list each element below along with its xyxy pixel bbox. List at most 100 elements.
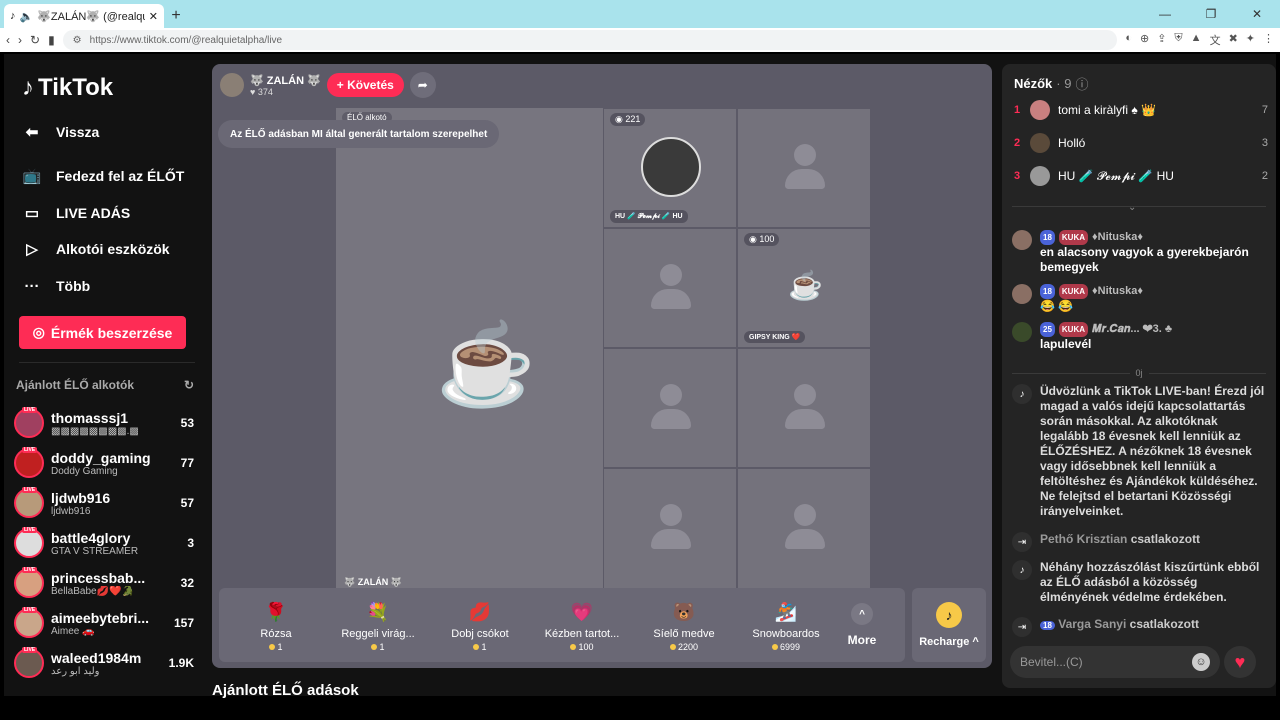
address-bar[interactable]: ⚙ https://www.tiktok.com/@realquietalpha…: [62, 30, 1118, 50]
nav-explore-live[interactable]: 📺 Fedezd fel az ÉLŐT: [22, 164, 202, 188]
lips-icon: 💋: [468, 601, 492, 622]
forward-icon[interactable]: ›: [18, 33, 22, 47]
viewer-count: 53: [180, 416, 194, 430]
gift-rose[interactable]: 🌹 Rózsa 1: [225, 598, 327, 653]
top-viewer[interactable]: 1 tomi a kiràlyfi ♠ 👑 7: [1014, 98, 1268, 122]
suggested-creator[interactable]: LIVE waleed1984m وليد ابو رعد 1.9K: [14, 645, 194, 681]
translate-icon[interactable]: 文: [1210, 32, 1221, 48]
nav-label: Vissza: [56, 124, 100, 140]
creator-sub: Aimee 🚗: [51, 625, 95, 637]
nav-more[interactable]: ··· Több: [22, 274, 202, 298]
bookmark-icon[interactable]: ▮: [48, 33, 55, 47]
chat-input-placeholder: Bevitel...(C): [1020, 655, 1083, 669]
suggested-creator[interactable]: LIVE aimeebytebri... Aimee 🚗 157: [14, 605, 194, 641]
close-tab-icon[interactable]: ✕: [149, 10, 158, 23]
live-badge: LIVE: [22, 527, 38, 533]
join-text: csatlakozott: [1129, 617, 1199, 631]
browser-tab-strip: ♪ 🔈 🐺ZALÁN🐺 (@realquietalph ✕ + — ❐ ✕: [0, 0, 1280, 28]
maximize-icon[interactable]: ❐: [1188, 0, 1234, 28]
new-tab-button[interactable]: +: [164, 4, 188, 28]
nav-back[interactable]: ⬅ Vissza: [22, 120, 202, 144]
suggested-creator[interactable]: LIVE ljdwb916 ljdwb916 57: [14, 485, 194, 521]
chat-message[interactable]: 18 KUKA ♦Nituska♦ 😂 😂: [1012, 284, 1268, 314]
share-page-icon[interactable]: ⇪: [1157, 32, 1166, 48]
back-icon[interactable]: ‹: [6, 33, 10, 47]
chat-input[interactable]: Bevitel...(C) ☺: [1010, 646, 1220, 678]
guest-cell[interactable]: [737, 108, 871, 228]
guest-cell[interactable]: [603, 228, 737, 348]
join-username[interactable]: Varga Sanyi: [1058, 617, 1126, 631]
coin-icon: [473, 644, 480, 650]
emoji-icon[interactable]: ☺: [1192, 653, 1210, 671]
top-viewer[interactable]: 2 Holló 3: [1014, 131, 1268, 155]
tiktok-note-icon: ♪: [22, 74, 34, 101]
suggested-creator[interactable]: LIVE battle4glory GTA V STREAMER 3: [14, 525, 194, 561]
gift-price: 1: [379, 642, 385, 652]
viewer-score: 3: [1261, 137, 1268, 149]
extension-icon[interactable]: ◐: [1125, 32, 1132, 48]
tiktok-logo[interactable]: ♪ TikTok: [22, 74, 113, 102]
nav-creator-tools[interactable]: ▷ Alkotói eszközök: [22, 237, 202, 261]
guest-cell[interactable]: [737, 468, 871, 590]
audio-icon[interactable]: 🔈: [20, 10, 34, 23]
gift-morning-flower[interactable]: 💐 Reggeli virág... 1: [327, 598, 429, 653]
guest-cell[interactable]: ◉ 221 HU 🧪 𝓟𝓮𝓶𝓹𝓲 🧪 HU: [603, 108, 737, 228]
host-name[interactable]: 🐺 ZALÁN 🐺: [250, 74, 321, 87]
browser-tab[interactable]: ♪ 🔈 🐺ZALÁN🐺 (@realquietalph ✕: [4, 4, 164, 28]
main-video[interactable]: ÉLŐ alkotó ☕ 🐺 ZALÁN 🐺: [336, 108, 603, 590]
shield-icon[interactable]: ⛨: [1174, 32, 1182, 48]
recharge-button[interactable]: ♪ Recharge ^: [912, 588, 986, 662]
extension-icon[interactable]: ▲: [1191, 32, 1202, 48]
chat-panel: Nézők · 9 ⓘ 1 tomi a kiràlyfi ♠ 👑 7 2 Ho…: [1002, 64, 1276, 688]
gift-price: 6999: [779, 642, 801, 652]
join-username[interactable]: Pethő Krisztian: [1040, 532, 1127, 546]
chevron-down-icon[interactable]: ⌄: [1128, 202, 1136, 213]
menu-icon[interactable]: ⋮: [1263, 32, 1274, 48]
reload-icon[interactable]: ↻: [30, 33, 40, 47]
live-badge: LIVE: [22, 607, 38, 613]
guest-cell[interactable]: ◉ 100 ☕ GIPSY KING ❤️: [737, 228, 871, 348]
zoom-icon[interactable]: ⊕: [1140, 32, 1149, 48]
info-icon[interactable]: ⓘ: [1075, 74, 1088, 93]
minimize-icon[interactable]: —: [1142, 0, 1188, 28]
live-stage: 🐺 ZALÁN 🐺 ♥ 374 + Követés ➦ ÉLŐ alkotó ☕…: [212, 64, 992, 668]
follow-button[interactable]: + Követés: [326, 73, 404, 97]
like-heart-button[interactable]: ♥: [1224, 646, 1256, 678]
level-badge: 25: [1040, 322, 1055, 337]
refresh-icon[interactable]: ↻: [184, 378, 194, 392]
guest-cell[interactable]: [603, 468, 737, 590]
gift-snowboarder[interactable]: 🏂 Snowboardos 6999: [735, 598, 837, 653]
chat-username: ♦Nituska♦: [1092, 285, 1143, 297]
chat-message[interactable]: 18 KUKA ♦Nituska♦ en alacsony vagyok a gye…: [1012, 230, 1268, 275]
close-window-icon[interactable]: ✕: [1234, 0, 1280, 28]
system-message: ♪ Néhány hozzászólást kiszűrtünk ebből a…: [1012, 560, 1268, 605]
suggested-header: Ajánlott ÉLŐ alkotók ↻: [16, 378, 194, 392]
suggested-creator[interactable]: LIVE princessbab... BellaBabe💋❤️🐊 32: [14, 565, 194, 601]
gift-blow-kiss[interactable]: 💋 Dobj csókot 1: [429, 598, 531, 653]
nav-go-live[interactable]: ▭ LIVE ADÁS: [22, 201, 202, 225]
chat-message[interactable]: 25 KUKA 𝑴𝒓.𝑪𝒂𝒏... ❤3. ♣ lapulevél: [1012, 322, 1268, 352]
live-badge: LIVE: [22, 407, 38, 413]
chat-username: ♦Nituska♦: [1092, 231, 1143, 243]
creator-name: princessbab...: [51, 569, 146, 586]
back-arrow-icon: ⬅: [25, 124, 39, 141]
top-viewer[interactable]: 3 HU 🧪 𝓟𝓮𝓶𝓹𝓲 🧪 HU 2: [1014, 164, 1268, 188]
coffee-cup-icon: ☕: [436, 320, 536, 409]
gift-hand-heart[interactable]: 💗 Kézben tartot... 100: [531, 598, 633, 653]
get-coins-button[interactable]: ◎ Érmék beszerzése: [19, 316, 186, 349]
share-icon[interactable]: ➦: [409, 72, 436, 98]
site-info-icon[interactable]: ⚙: [73, 35, 82, 46]
guest-cell[interactable]: [603, 348, 737, 468]
avatar: [1012, 284, 1032, 304]
chat-text: lapulevél: [1040, 337, 1092, 351]
guest-cell[interactable]: [737, 348, 871, 468]
more-gifts-button[interactable]: ^ More: [837, 603, 887, 647]
gift-skiing-bear[interactable]: 🐻 Síelő medve 2200: [633, 598, 735, 653]
suggested-creator[interactable]: LIVE doddy_gaming Doddy Gaming 77: [14, 445, 194, 481]
host-avatar[interactable]: [220, 73, 244, 97]
suggested-creator[interactable]: LIVE thomasssj1 ▩▩▩▩▩▩▩▩.▩ 53: [14, 405, 194, 441]
coffee-cup-icon: ☕: [788, 270, 823, 301]
puzzle-icon[interactable]: ✦: [1246, 32, 1255, 48]
chat-text: 😂 😂: [1040, 299, 1074, 313]
extension-icon[interactable]: ✖: [1229, 32, 1238, 48]
